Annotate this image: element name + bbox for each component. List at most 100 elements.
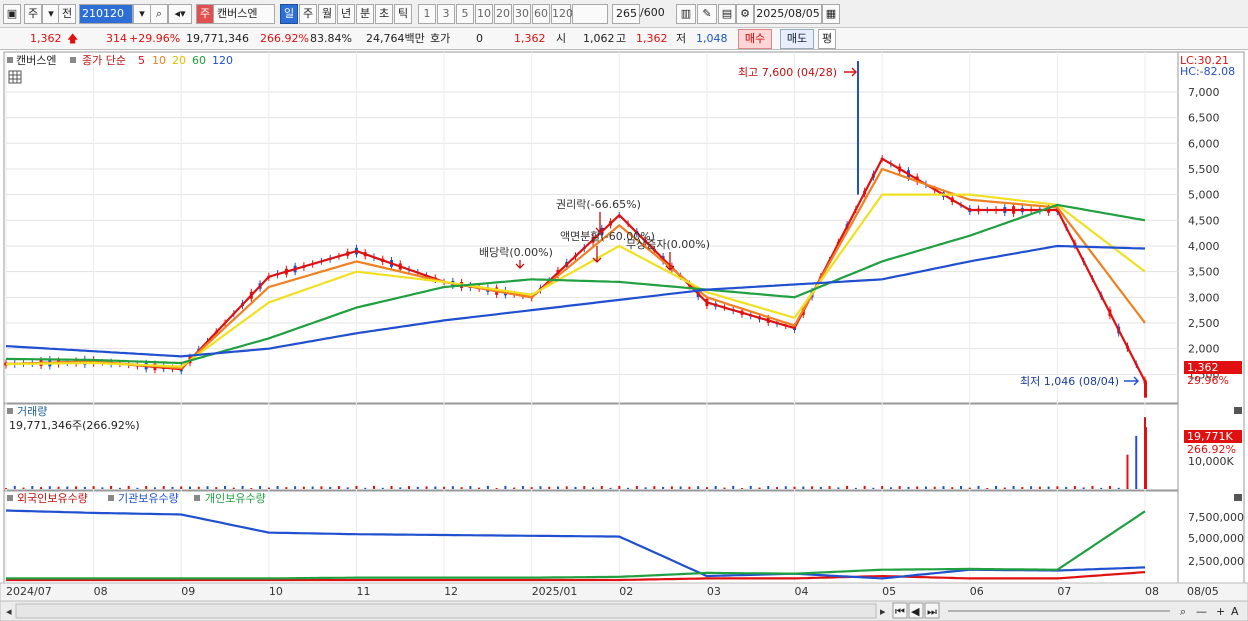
volume-bar [653,486,656,489]
time-axis-tick: 02 [619,585,633,598]
volume-bar [486,485,489,489]
volume-bar [13,485,16,489]
volume-bar [697,486,700,489]
volume-bar [960,485,963,489]
time-axis-tick: 06 [970,585,984,598]
volume-bar [267,487,270,489]
volume-bar [1082,487,1085,489]
ma-10-label[interactable]: 10 [152,54,166,67]
panel-marker-icon[interactable] [70,57,76,63]
volume-bar [346,487,349,489]
volume-axis-tick: 10,000K [1188,455,1234,468]
volume-bar [276,486,279,489]
volume-bar [1065,486,1068,489]
volume-bar [635,485,638,489]
volume-bar [1056,486,1059,489]
panel-marker-icon[interactable] [194,495,200,501]
legend-foreign[interactable]: 외국인보유수량 [17,492,88,505]
volume-bar [48,486,51,489]
ma-5-label[interactable]: 5 [138,54,145,67]
volume-bar [846,485,849,489]
volume-bar [705,487,708,489]
panel-marker-icon[interactable] [108,495,114,501]
volume-bar [609,487,612,489]
zoom-in-icon[interactable]: + [1216,605,1225,618]
stock-label[interactable]: 캔버스엔 [16,54,56,67]
volume-bar [1091,485,1094,489]
volume-bar [583,486,586,489]
volume-bar [495,488,498,489]
volume-bar [259,485,262,489]
volume-bar [241,485,244,489]
volume-bar [127,485,130,489]
price-axis-tick: 6,000 [1188,137,1220,150]
price-panel[interactable] [3,51,1179,404]
volume-bar [723,487,726,489]
volume-bar [180,486,183,489]
volume-bar [145,485,148,489]
volume-bar [977,485,980,489]
volume-bar [31,485,34,489]
ma-20-label[interactable]: 20 [172,54,186,67]
volume-bar [197,486,200,489]
volume-bar [1108,485,1111,489]
price-axis-tick: 7,000 [1188,86,1220,99]
volume-bar [924,486,927,489]
volume-bar [1030,486,1033,489]
legend-individual[interactable]: 개인보유수량 [205,492,266,505]
volume-title[interactable]: 거래량 [17,405,47,418]
panel-marker-icon[interactable] [7,408,13,414]
volume-bar [1038,486,1041,489]
panel-marker-icon[interactable] [7,495,13,501]
volume-bar [627,487,630,489]
volume-bar [776,487,779,489]
scroll-track[interactable] [15,603,877,619]
volume-bar [1073,486,1076,489]
zoom-search-icon: ⌕ [1180,605,1186,618]
volume-bar-last [1144,427,1147,489]
price-axis-tick: 2,000 [1188,343,1220,356]
scroll-left-icon[interactable]: ◂ [6,605,12,618]
stock-chart[interactable]: 7,000 6,500 6,000 5,500 5,000 4,500 4,000 3,500… [0,0,1248,621]
volume-bar [881,485,884,489]
time-axis-tick: 07 [1057,585,1071,598]
volume-bar [1012,486,1015,489]
volume-bar [793,486,796,489]
volume-bar [188,486,191,489]
price-axis-tick: 6,500 [1188,112,1220,125]
volume-bar [408,486,411,489]
panel-close-icon[interactable] [1234,494,1242,501]
hc-label: HC:-82.08 [1180,65,1235,78]
time-axis-tick: 08/05 [1187,585,1219,598]
price-axis-tick: 3,500 [1188,266,1220,279]
ma-label[interactable]: 종가 단순 [82,54,126,67]
volume-bar [171,486,174,489]
volume-bar [101,487,104,489]
volume-bar [250,488,253,489]
legend-institution[interactable]: 기관보유수량 [118,492,179,505]
event-bonus: 무상증자(0.00%) [626,238,710,251]
time-axis-tick: 09 [181,585,195,598]
time-axis-tick: 05 [882,585,896,598]
volume-panel[interactable] [3,403,1179,491]
volume-bar [872,487,875,489]
volume-bar [1021,487,1024,489]
volume-bar [434,486,437,489]
volume-bar [802,486,805,489]
volume-bar [285,487,288,489]
zoom-out-icon[interactable]: — [1196,605,1207,618]
volume-bar [40,487,43,489]
volume-bar [732,485,735,489]
volume-bar [162,486,165,489]
volume-bar [670,486,673,489]
table-icon[interactable] [8,70,22,84]
font-size-icon[interactable]: A [1231,605,1239,618]
ma-60-label[interactable]: 60 [192,54,206,67]
time-axis-tick: 2025/01 [532,585,578,598]
scroll-right-icon[interactable]: ▸ [880,605,886,618]
panel-marker-icon[interactable] [7,57,13,63]
volume-bar [399,487,402,489]
ma-120-label[interactable]: 120 [212,54,233,67]
panel-close-icon[interactable] [1234,407,1242,414]
event-rights: 권리락(-66.65%) [556,198,641,211]
